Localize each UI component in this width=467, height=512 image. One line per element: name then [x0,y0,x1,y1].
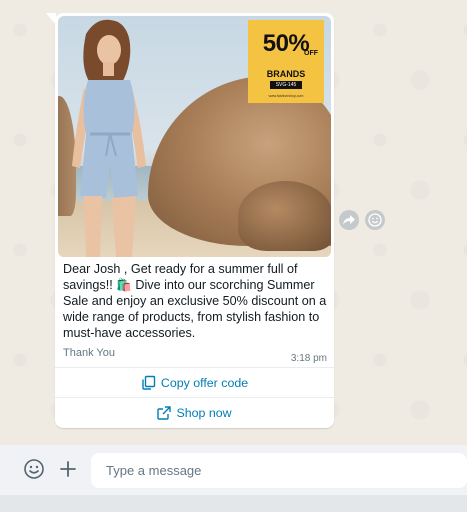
copy-offer-code-label: Copy offer code [160,375,249,390]
message-input-container [91,453,467,488]
composer-bar [0,445,467,495]
shop-now-button[interactable]: Shop now [55,398,334,427]
message-time: 3:18 pm [290,353,327,364]
copy-offer-code-button[interactable]: Copy offer code [55,368,334,397]
forward-button[interactable] [339,210,359,230]
emoji-react-icon [368,213,382,227]
promo-off: OFF [304,50,318,57]
promo-badge: 50% OFF BRANDS SVG-145 www.fashionshop.c… [248,20,324,103]
emoji-button[interactable] [22,457,46,481]
external-link-icon [157,405,172,420]
react-button[interactable] [365,210,385,230]
copy-icon [142,375,156,390]
shop-now-label: Shop now [176,405,232,420]
promo-brands: BRANDS [266,69,306,79]
plus-icon [60,461,76,477]
emoji-icon [24,459,44,479]
message-body: Dear Josh , Get ready for a summer full … [63,262,327,340]
forward-icon [343,215,355,225]
message-input[interactable] [91,453,467,488]
message-footer: Thank You [63,347,115,359]
message-image[interactable]: 50% OFF BRANDS SVG-145 www.fashionshop.c… [58,16,331,257]
promo-url: www.fashionshop.com [268,94,304,98]
attach-button[interactable] [56,457,80,481]
promo-code: SVG-145 [270,81,302,89]
message-bubble: 50% OFF BRANDS SVG-145 www.fashionshop.c… [55,13,334,428]
bottom-strip [0,495,467,512]
